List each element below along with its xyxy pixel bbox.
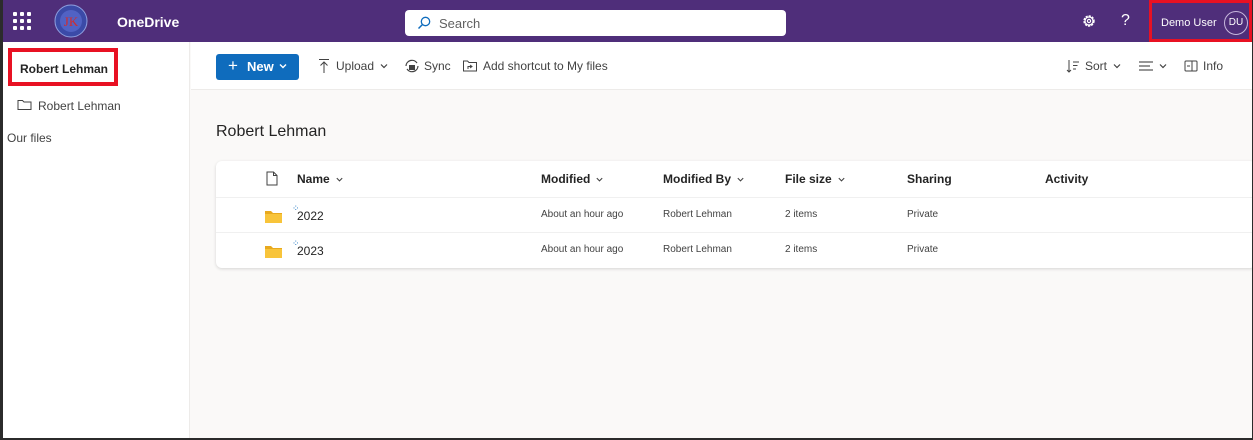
- column-header-modified-by[interactable]: Modified By: [663, 172, 745, 186]
- sharing-cell: Private: [907, 244, 939, 255]
- modified-by-cell: Robert Lehman: [663, 244, 732, 255]
- organization-logo: JK: [54, 4, 88, 38]
- folder-icon: [265, 211, 282, 223]
- file-name[interactable]: 2022: [297, 209, 324, 223]
- chevron-down-icon: [1159, 64, 1167, 69]
- help-icon[interactable]: ?: [1121, 12, 1130, 30]
- command-bar: + New Upload Sync Add shortcut to My fil…: [191, 42, 1252, 90]
- settings-gear-icon[interactable]: [1081, 13, 1097, 29]
- user-avatar: DU: [1224, 11, 1248, 35]
- search-input[interactable]: [439, 13, 769, 33]
- chevron-down-icon: [596, 178, 603, 182]
- chevron-down-icon: [279, 64, 287, 69]
- nav-selected-label: Robert Lehman: [20, 62, 109, 76]
- modified-by-cell: Robert Lehman: [663, 209, 732, 220]
- table-row[interactable]: ⁘ 2022 About an hour ago Robert Lehman 2…: [216, 197, 1252, 232]
- sync-icon: [405, 59, 419, 73]
- sort-label: Sort: [1085, 59, 1108, 73]
- sharing-cell: Private: [907, 209, 939, 220]
- chevron-down-icon: [838, 178, 845, 182]
- left-navigation: Robert Lehman Robert Lehman Our files: [3, 42, 190, 438]
- sync-label: Sync: [424, 59, 451, 73]
- plus-icon: +: [228, 56, 238, 75]
- file-size-cell: 2 items: [785, 209, 818, 220]
- new-button-label: New: [247, 59, 274, 74]
- app-launcher-icon[interactable]: [13, 12, 31, 30]
- account-manager[interactable]: Demo User DU: [1149, 0, 1252, 42]
- file-name[interactable]: 2023: [297, 244, 324, 258]
- search-icon: [417, 16, 431, 30]
- info-label: Info: [1203, 59, 1224, 73]
- column-header-name[interactable]: Name: [297, 172, 344, 186]
- svg-text:JK: JK: [64, 14, 79, 29]
- upload-icon: [319, 59, 329, 73]
- shortcut-icon: [463, 60, 477, 72]
- user-name: Demo User: [1161, 17, 1217, 29]
- sort-icon: [1066, 60, 1079, 73]
- file-list: Name Modified Modified By File size Shar…: [216, 161, 1252, 268]
- file-type-icon[interactable]: [266, 171, 278, 186]
- chevron-down-icon: [1113, 64, 1121, 69]
- modified-cell: About an hour ago: [541, 209, 624, 220]
- column-header-activity[interactable]: Activity: [1045, 172, 1088, 186]
- column-header-file-size[interactable]: File size: [785, 172, 846, 186]
- upload-label: Upload: [336, 59, 375, 73]
- column-header-modified[interactable]: Modified: [541, 172, 604, 186]
- search-box[interactable]: [405, 10, 786, 36]
- chevron-down-icon: [737, 178, 744, 182]
- chevron-down-icon: [380, 64, 388, 69]
- onedrive-window: JK OneDrive ? Demo User DU Robert Lehman: [3, 0, 1252, 438]
- folder-outline-icon: [17, 100, 32, 110]
- add-shortcut-label: Add shortcut to My files: [483, 59, 608, 73]
- file-size-cell: 2 items: [785, 244, 818, 255]
- nav-our-files[interactable]: Our files: [7, 131, 52, 145]
- chevron-down-icon: [336, 178, 343, 182]
- page-title: Robert Lehman: [216, 123, 327, 140]
- app-name[interactable]: OneDrive: [117, 14, 179, 30]
- modified-cell: About an hour ago: [541, 244, 624, 255]
- suite-header: JK OneDrive ? Demo User DU: [3, 0, 1252, 42]
- info-pane-icon: [1184, 60, 1198, 72]
- nav-folder-label: Robert Lehman: [38, 99, 121, 113]
- table-row[interactable]: ⁘ 2023 About an hour ago Robert Lehman 2…: [216, 232, 1252, 267]
- new-button[interactable]: + New: [216, 54, 299, 80]
- nav-selected-user[interactable]: Robert Lehman: [8, 48, 118, 86]
- column-header-sharing[interactable]: Sharing: [907, 172, 952, 186]
- list-view-icon: [1139, 61, 1153, 71]
- folder-icon: [265, 246, 282, 258]
